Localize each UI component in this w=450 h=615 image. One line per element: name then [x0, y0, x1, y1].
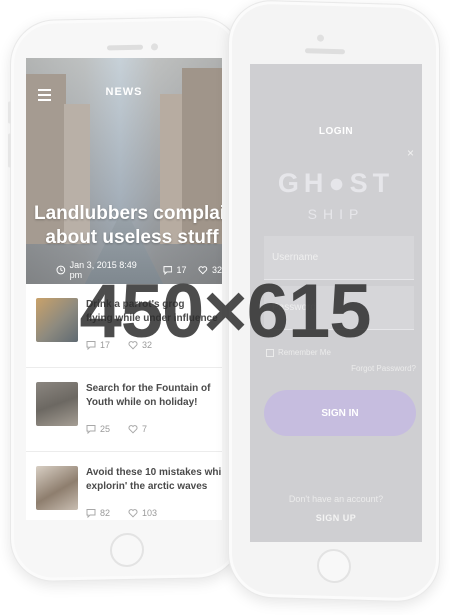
list-item[interactable]: Search for the Fountain of Youth while o…: [26, 368, 222, 452]
logo-subtitle: SHIP: [307, 206, 365, 222]
heart-icon[interactable]: [128, 424, 138, 434]
sign-in-button[interactable]: SIGN IN: [264, 390, 416, 436]
comment-count: 25: [100, 424, 111, 434]
nav-title: NEWS: [105, 86, 143, 98]
article-title-line2: explorin' the arctic waves: [86, 481, 208, 492]
hero-image[interactable]: NEWS Landlubbers complain about useless …: [26, 58, 222, 284]
list-item[interactable]: Avoid these 10 mistakes whi explorin' th…: [26, 452, 222, 520]
comment-icon[interactable]: [86, 424, 96, 434]
article-meta: 82 103: [86, 508, 157, 518]
article-title[interactable]: Search for the Fountain of Youth while o…: [86, 382, 222, 410]
article-title-line2: Youth while on holiday!: [86, 397, 198, 408]
no-account-text: Don't have an account?: [288, 494, 384, 504]
hero-headline[interactable]: Landlubbers complain about useless stuff: [34, 202, 222, 250]
side-button: [8, 133, 11, 168]
camera: [317, 34, 324, 42]
article-meta: 25 7: [86, 424, 147, 434]
hero-headline-line2: about useless stuff: [45, 227, 219, 248]
article-title-line1: Search for the Fountain of: [86, 383, 211, 394]
home-button-left[interactable]: [110, 532, 144, 568]
logo-wordmark: GH●ST: [277, 168, 395, 198]
sign-up-link[interactable]: SIGN UP: [250, 513, 422, 523]
like-count: 7: [142, 424, 148, 434]
home-button-right[interactable]: [317, 548, 351, 584]
speaker: [107, 44, 143, 51]
article-title-line1: Avoid these 10 mistakes whi: [86, 467, 222, 478]
like-count: 103: [142, 508, 158, 518]
speaker: [305, 48, 345, 55]
dimension-label: 450×615: [79, 269, 372, 354]
hero-headline-line1: Landlubbers complain: [34, 203, 222, 224]
comment-icon[interactable]: [86, 508, 96, 518]
heart-icon[interactable]: [128, 508, 138, 518]
forgot-password-link[interactable]: Forgot Password?: [351, 364, 416, 373]
close-icon[interactable]: ×: [407, 146, 414, 160]
camera: [151, 43, 158, 51]
article-thumbnail: [36, 382, 78, 426]
article-thumbnail: [36, 466, 78, 510]
login-title: LOGIN: [318, 126, 354, 137]
article-title[interactable]: Avoid these 10 mistakes whi explorin' th…: [86, 466, 222, 494]
side-button: [8, 101, 11, 124]
comment-count: 82: [100, 508, 111, 518]
